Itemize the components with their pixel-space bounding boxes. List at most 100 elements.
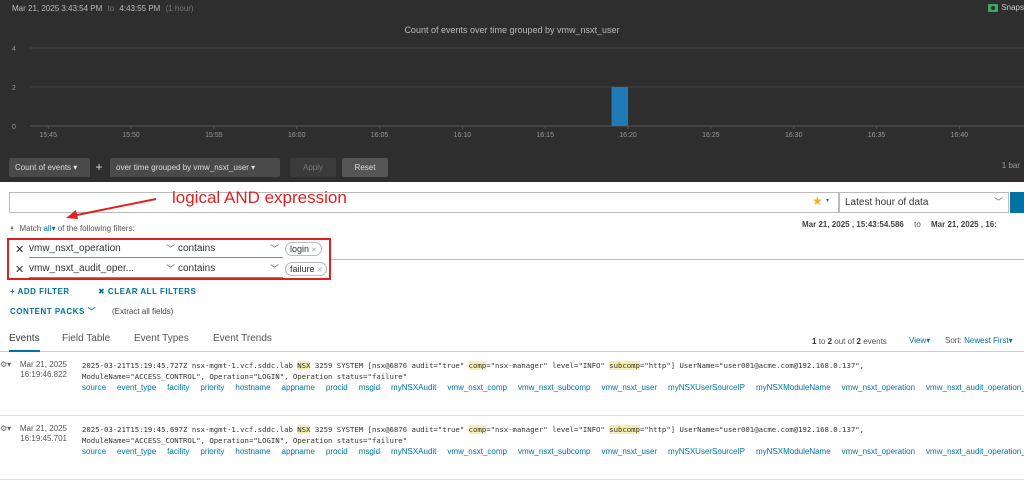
event-text: 2025-03-21T15:19:45.727Z nsx-mgmt-1.vcf.… [82,360,982,382]
event-field-link[interactable]: vmw_nsxt_user [601,383,657,392]
event-field-link[interactable]: vmw_nsxt_operation [842,383,915,392]
count-start: 1 [812,337,817,346]
snapshot-button[interactable]: Snaps [988,3,1024,12]
event-field-link[interactable]: myNSXAudit [391,447,436,456]
filter-operator-select[interactable]: contains ﹀ [178,241,283,258]
events-count: 1 to 2 out of 2 events [812,337,887,346]
filter-operator-select[interactable]: contains ﹀ [178,261,283,278]
filter-value-chip[interactable]: login ✕ [285,242,322,256]
remove-filter-icon[interactable]: ✕ [15,243,24,256]
sort-label: Sort: [945,336,962,345]
filter-field: vmw_nsxt_audit_oper... [29,263,135,274]
annotation-label: logical AND expression [172,188,347,207]
chart-bar[interactable] [611,87,629,126]
clear-filters-button[interactable]: ✖ CLEAR ALL FILTERS [98,287,196,296]
event-field-link[interactable]: hostname [235,447,270,456]
event-field-link[interactable]: msgid [359,447,380,456]
date-range: Mar 21, 2025 , 15:43:54.586 to Mar 21, 2… [802,220,997,229]
event-divider [0,479,1024,480]
star-icon[interactable]: ★ [812,194,823,208]
match-prefix: Match [19,224,42,233]
x-tick-label: 15:55 [205,132,223,139]
filter-field: vmw_nsxt_operation [29,243,121,254]
filter-field-select[interactable]: vmw_nsxt_audit_oper... ﹀ [29,261,179,278]
event-field-link[interactable]: event_type [117,383,156,392]
event-text-part: 2025-03-21T15:19:45.697Z nsx-mgmt-1.vcf.… [82,425,298,434]
x-tick-label: 16:15 [536,132,554,139]
remove-filter-icon[interactable]: ✕ [15,263,24,276]
x-tick-label: 16:10 [454,132,472,139]
event-field-link[interactable]: msgid [359,383,380,392]
collapse-icon[interactable]: ⯭ [10,226,14,233]
event-date: Mar 21, 2025 [19,424,67,433]
group-by-label: over time grouped by vmw_nsxt_user [116,163,249,172]
event-field-link[interactable]: myNSXUserSourceIP [668,383,745,392]
event-field-link[interactable]: myNSXUserSourceIP [668,447,745,456]
event-field-link[interactable]: myNSXModuleName [756,383,831,392]
event-field-link[interactable]: procid [326,383,348,392]
event-field-link[interactable]: vmw_nsxt_audit_operation_status [926,383,1024,392]
count-total: 2 [856,337,861,346]
event-field-link[interactable]: appname [282,447,315,456]
event-field-link[interactable]: facility [167,447,189,456]
time-range-select[interactable]: Latest hour of data ﹀ [839,192,1009,213]
filter-value-chip[interactable]: failure ✕ [285,262,328,276]
add-filter-button[interactable]: + ADD FILTER [10,287,70,296]
sort-dropdown[interactable]: Sort: Newest First▾ [945,336,1013,345]
match-mode-dropdown[interactable]: all▾ [43,224,55,233]
x-tick-label: 16:25 [702,132,720,139]
event-text: 2025-03-21T15:19:45.697Z nsx-mgmt-1.vcf.… [82,424,982,446]
chart-title: Count of events over time grouped by vmw… [404,25,620,35]
event-text-part: ModuleName="ACCESS_CONTROL", Operation="… [82,436,408,445]
event-field-link[interactable]: vmw_nsxt_audit_operation_status [926,447,1024,456]
event-field-link[interactable]: myNSXAudit [391,383,436,392]
event-field-link[interactable]: vmw_nsxt_operation [842,447,915,456]
event-field-link[interactable]: vmw_nsxt_user [601,447,657,456]
event-text-part: ="nsx-manager" level="INFO" [486,361,610,370]
event-field-link[interactable]: myNSXModuleName [756,447,831,456]
gear-icon[interactable]: ⚙▾ [0,360,11,369]
event-field-link[interactable]: event_type [117,447,156,456]
y-tick-label: 4 [12,46,16,53]
filter-value: login [290,244,310,254]
event-field-link[interactable]: procid [326,447,348,456]
group-by-dropdown[interactable]: over time grouped by vmw_nsxt_user ▾ [110,158,280,177]
event-field-link[interactable]: vmw_nsxt_subcomp [518,447,590,456]
event-fields: source event_type facility priority hostname… [82,382,1024,394]
chevron-down-icon: ▾ [1008,336,1013,345]
event-field-link[interactable]: hostname [235,383,270,392]
tab-events[interactable]: Events [9,333,40,352]
event-field-link[interactable]: vmw_nsxt_comp [447,383,507,392]
count-dropdown[interactable]: Count of events ▾ [9,158,90,177]
events-chart[interactable]: 0 2 4 15:45 15:50 15:55 16:00 16:05 16:10 16:15 16… [0,38,1024,144]
event-timestamp: Mar 21, 2025 16:19:45.701 [18,424,67,444]
tab-event-types[interactable]: Event Types [134,333,189,344]
event-field-link[interactable]: appname [282,383,315,392]
filter-field-select[interactable]: vmw_nsxt_operation ﹀ [29,241,179,258]
reset-button[interactable]: Reset [342,158,388,177]
event-text-part: 3259 SYSTEM [nsx@6876 audit="true" [310,361,469,370]
tab-field-table[interactable]: Field Table [62,333,110,344]
chevron-down-icon: ﹀ [165,264,175,274]
remove-value-icon[interactable]: ✕ [317,267,323,274]
x-tick-label: 16:05 [371,132,389,139]
view-dropdown[interactable]: View▾ [909,336,930,345]
tab-event-trends[interactable]: Event Trends [213,333,272,344]
event-time: 16:19:46.822 [20,370,67,379]
time-range-value: Latest hour of data [845,197,929,208]
event-field-link[interactable]: vmw_nsxt_comp [447,447,507,456]
event-field-link[interactable]: priority [200,383,224,392]
remove-value-icon[interactable]: ✕ [311,247,317,254]
apply-button[interactable]: Apply [290,158,336,177]
search-button[interactable] [1010,192,1024,213]
gear-icon[interactable]: ⚙▾ [0,424,11,433]
content-packs-toggle[interactable]: CONTENT PACKS ﹀ [10,306,96,317]
event-field-link[interactable]: source [82,447,106,456]
event-field-link[interactable]: facility [167,383,189,392]
x-tick-label: 16:00 [288,132,306,139]
chevron-down-icon[interactable]: ▾ [826,197,829,204]
event-field-link[interactable]: vmw_nsxt_subcomp [518,383,590,392]
add-series-button[interactable]: + [93,158,105,177]
event-field-link[interactable]: source [82,383,106,392]
event-field-link[interactable]: priority [200,447,224,456]
